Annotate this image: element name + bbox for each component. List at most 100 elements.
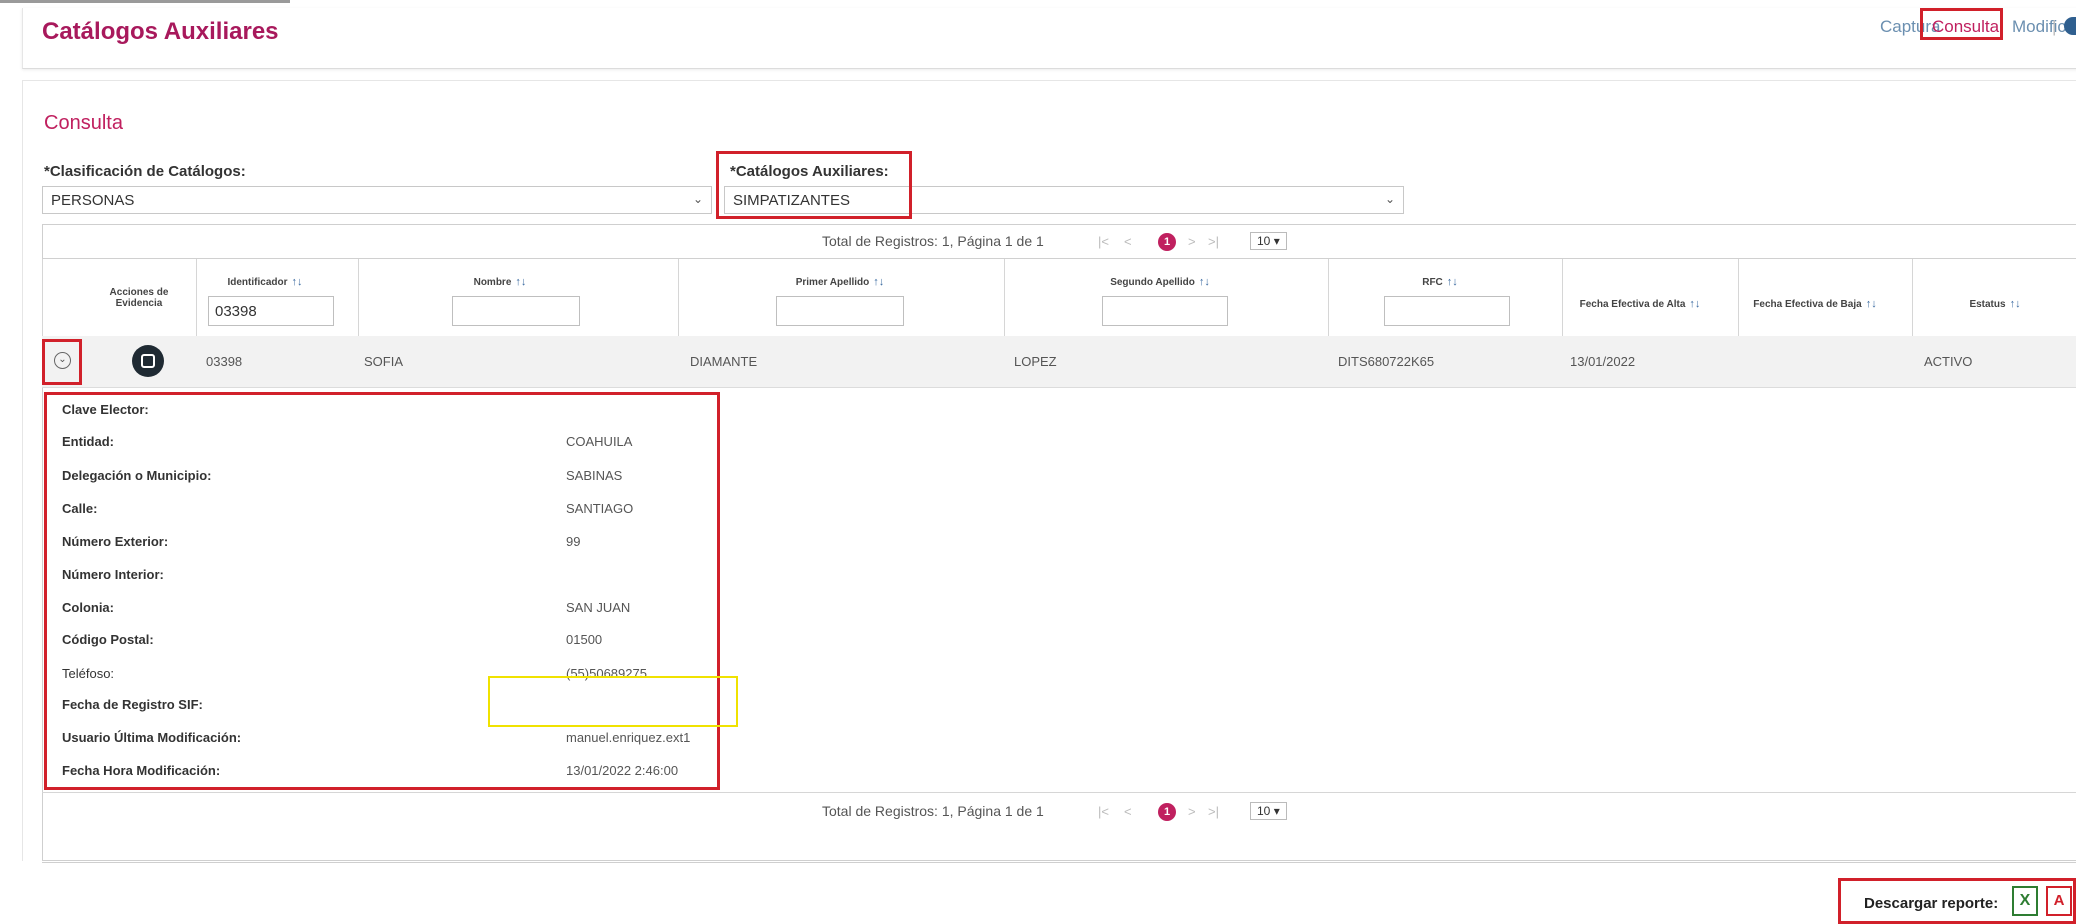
header-nombre[interactable]: Nombre ↑↓ — [420, 276, 580, 288]
first-page-icon[interactable]: |< — [1098, 804, 1109, 819]
excel-icon[interactable]: X — [2012, 886, 2038, 916]
prev-page-icon[interactable]: < — [1124, 804, 1132, 819]
chevron-down-icon: ⌄ — [692, 192, 703, 206]
pdf-icon[interactable]: A — [2046, 886, 2072, 916]
highlight-catalogos — [716, 151, 912, 219]
last-page-icon[interactable]: >| — [1208, 804, 1219, 819]
sort-icon[interactable]: ↑↓ — [1199, 276, 1210, 288]
header-segundo-apellido[interactable]: Segundo Apellido ↑↓ — [1080, 276, 1240, 288]
header-primer-apellido-label: Primer Apellido — [795, 277, 870, 288]
pager-summary-bottom: Total de Registros: 1, Página 1 de 1 — [822, 803, 1044, 819]
header-fecha-alta-label: Fecha Efectiva de Alta — [1579, 299, 1686, 310]
clasificacion-label: *Clasificación de Catálogos: — [44, 163, 246, 180]
detail-usuario-value: manuel.enriquez.ext1 — [566, 730, 691, 745]
col-separator — [42, 259, 43, 337]
sort-icon[interactable]: ↑↓ — [292, 276, 303, 288]
highlight-consulta — [1920, 8, 2003, 40]
page-size-value: 10 — [1257, 804, 1271, 818]
report-label: Descargar reporte: — [1864, 895, 1999, 912]
col-separator — [1738, 259, 1739, 337]
page-size-select[interactable]: 10 ▾ — [1250, 802, 1287, 820]
page-title: Catálogos Auxiliares — [42, 18, 279, 45]
detail-fecha-hora-value: 13/01/2022 2:46:00 — [566, 763, 679, 778]
header-fecha-alta[interactable]: Fecha Efectiva de Alta ↑↓ — [1566, 298, 1714, 310]
header-estatus-label: Estatus — [1969, 299, 2006, 310]
page-1-button[interactable]: 1 — [1158, 803, 1176, 821]
help-icon[interactable] — [2064, 17, 2076, 35]
rfc-filter-input[interactable] — [1384, 296, 1510, 326]
table-row[interactable] — [42, 336, 2076, 388]
header-estatus[interactable]: Estatus ↑↓ — [1950, 298, 2040, 310]
last-page-icon[interactable]: >| — [1208, 234, 1219, 249]
nombre-filter-input[interactable] — [452, 296, 580, 326]
clasificacion-value: PERSONAS — [51, 192, 135, 209]
detail-colonia-value: SAN JUAN — [566, 600, 631, 615]
highlight-expand — [42, 339, 82, 385]
top-line — [0, 0, 290, 3]
sort-icon[interactable]: ↑↓ — [873, 276, 884, 288]
page-size-value: 10 — [1257, 234, 1271, 248]
next-page-icon[interactable]: > — [1188, 234, 1196, 249]
cell-fecha-alta: 13/01/2022 — [1570, 354, 1636, 369]
chevron-down-icon: ⌄ — [1384, 192, 1395, 206]
sort-icon[interactable]: ↑↓ — [2010, 298, 2021, 310]
detail-cp-label: Código Postal: — [62, 632, 154, 647]
col-separator — [1562, 259, 1563, 337]
header-nombre-label: Nombre — [473, 277, 512, 288]
prev-page-icon[interactable]: < — [1124, 234, 1132, 249]
detail-entidad-label: Entidad: — [62, 434, 114, 449]
detail-colonia-label: Colonia: — [62, 600, 114, 615]
col-separator — [1328, 259, 1329, 337]
nav-separator: | — [2052, 17, 2057, 36]
page-1-button[interactable]: 1 — [1158, 233, 1176, 251]
header-rfc[interactable]: RFC ↑↓ — [1380, 276, 1500, 288]
detail-num-ext-label: Número Exterior: — [62, 534, 169, 549]
footer-separator — [42, 862, 2076, 863]
header-fecha-baja-label: Fecha Efectiva de Baja — [1753, 299, 1862, 310]
col-separator — [358, 259, 359, 337]
cell-nombre: SOFIA — [364, 354, 404, 369]
header-identificador[interactable]: Identificador ↑↓ — [210, 276, 320, 288]
col-separator — [1912, 259, 1913, 337]
primer-apellido-filter-input[interactable] — [776, 296, 904, 326]
header-acciones: Acciones de Evidencia — [109, 287, 169, 309]
cell-estatus: ACTIVO — [1924, 354, 1973, 369]
col-separator — [678, 259, 679, 337]
divider — [42, 792, 2076, 793]
detail-delegacion-label: Delegación o Municipio: — [62, 468, 212, 483]
pager-summary-top: Total de Registros: 1, Página 1 de 1 — [822, 233, 1044, 249]
detail-cp-value: 01500 — [566, 632, 603, 647]
header-rfc-label: RFC — [1422, 277, 1443, 288]
header-segundo-apellido-label: Segundo Apellido — [1110, 277, 1195, 288]
next-page-icon[interactable]: > — [1188, 804, 1196, 819]
view-evidence-icon[interactable] — [132, 345, 164, 377]
detail-delegacion-value: SABINAS — [566, 468, 623, 483]
header-identificador-label: Identificador — [227, 277, 288, 288]
cell-identificador: 03398 — [206, 354, 243, 369]
col-separator — [1004, 259, 1005, 337]
header-fecha-baja[interactable]: Fecha Efectiva de Baja ↑↓ — [1740, 298, 1890, 310]
detail-telefono-label: Teléfoso: — [62, 666, 115, 681]
detail-clave-elector-label: Clave Elector: — [62, 402, 149, 417]
sort-icon[interactable]: ↑↓ — [515, 276, 526, 288]
detail-calle-value: SANTIAGO — [566, 501, 634, 516]
sort-icon[interactable]: ↑↓ — [1447, 276, 1458, 288]
sort-icon[interactable]: ↑↓ — [1866, 298, 1877, 310]
cell-primer-apellido: DIAMANTE — [690, 354, 758, 369]
cell-rfc: DITS680722K65 — [1338, 354, 1435, 369]
identificador-filter-input[interactable]: 03398 — [208, 296, 334, 326]
first-page-icon[interactable]: |< — [1098, 234, 1109, 249]
detail-usuario-label: Usuario Última Modificación: — [62, 730, 242, 745]
page-size-select[interactable]: 10 ▾ — [1250, 232, 1287, 250]
segundo-apellido-filter-input[interactable] — [1102, 296, 1228, 326]
clasificacion-select[interactable]: PERSONAS ⌄ — [42, 186, 712, 214]
detail-num-ext-value: 99 — [566, 534, 581, 549]
detail-fecha-hora-label: Fecha Hora Modificación: — [62, 763, 221, 778]
sort-icon[interactable]: ↑↓ — [1689, 298, 1700, 310]
detail-num-int-label: Número Interior: — [62, 567, 164, 582]
cell-segundo-apellido: LOPEZ — [1014, 354, 1057, 369]
col-separator — [196, 259, 197, 337]
header-bar — [22, 8, 2076, 69]
header-primer-apellido[interactable]: Primer Apellido ↑↓ — [760, 276, 920, 288]
section-title: Consulta — [44, 112, 123, 134]
